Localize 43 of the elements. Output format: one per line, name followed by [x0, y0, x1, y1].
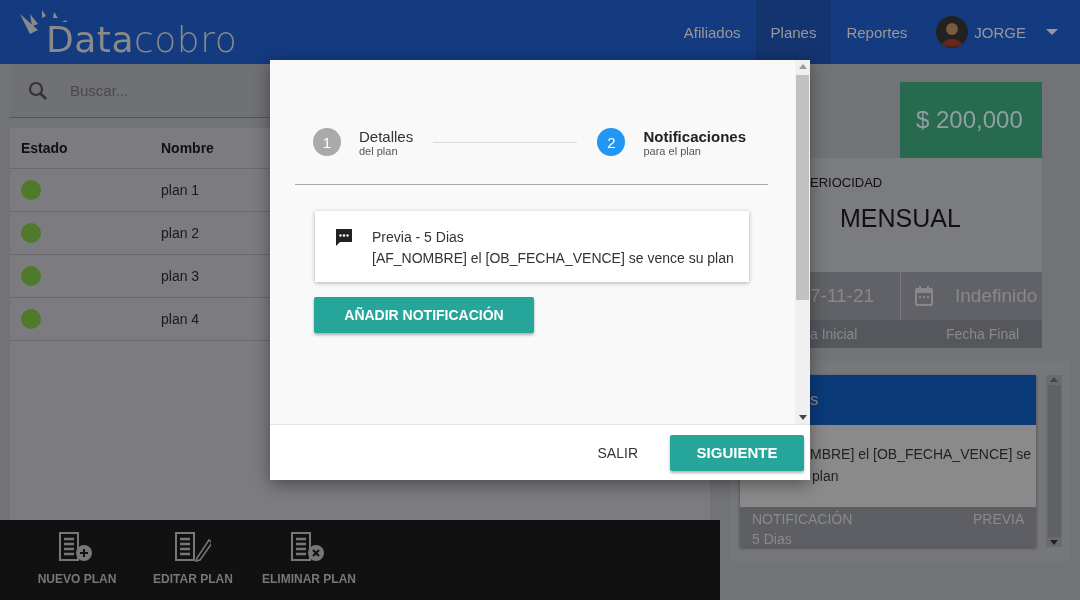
- step-subtitle: para el plan: [643, 144, 702, 157]
- scroll-up-icon[interactable]: [1050, 377, 1059, 382]
- step-number: 2: [597, 128, 626, 156]
- scrollbar[interactable]: [1046, 375, 1062, 547]
- notification-message: [AF_NOMBRE] el [OB_FECHA_VENCE] se vence su plan: [372, 249, 734, 268]
- periodicity-label: ERIOCIDAD: [810, 175, 884, 190]
- card-title: s: [810, 390, 819, 410]
- message-icon: [334, 227, 354, 247]
- message-text: plan: [811, 467, 840, 486]
- avatar-icon[interactable]: [936, 16, 969, 48]
- add-notification-button[interactable]: AÑADIR NOTIFICACIÓN: [314, 297, 534, 333]
- action-button[interactable]: ELIMINAR PLAN: [254, 520, 364, 600]
- document-x-icon: [291, 532, 327, 562]
- step-title: Detalles: [359, 127, 414, 145]
- table-cell-text: plan 3: [160, 268, 201, 284]
- nav-link[interactable]: Reportes: [831, 0, 923, 64]
- scrollbar[interactable]: [795, 60, 810, 424]
- column-header: Nombre: [160, 140, 215, 156]
- document-pencil-icon: [175, 532, 211, 562]
- periodicity-value: MENSUAL: [839, 204, 962, 233]
- notification-title: Previa - 5 Dias: [372, 228, 465, 247]
- table-cell-text: plan 2: [160, 225, 201, 241]
- step-title: Notificaciones: [643, 127, 746, 145]
- document-plus-icon: [59, 532, 95, 562]
- action-button[interactable]: EDITAR PLAN: [138, 520, 248, 600]
- calendar-icon: [915, 286, 933, 306]
- scroll-down-icon[interactable]: [798, 415, 807, 420]
- next-button[interactable]: SIGUIENTE: [670, 434, 804, 471]
- price-panel: $ 200,000: [900, 82, 1042, 158]
- exit-button[interactable]: SALIR: [585, 436, 650, 469]
- caret-icon[interactable]: [1046, 29, 1058, 35]
- nav-link[interactable]: Afiliados: [668, 0, 756, 64]
- column-header: Estado: [20, 140, 69, 156]
- table-cell-text: plan 4: [160, 311, 201, 327]
- logo-text[interactable]: Datacobro: [46, 20, 238, 60]
- search-icon: [28, 80, 48, 101]
- message-text: MBRE] el [OB_FECHA_VENCE] se: [810, 445, 1032, 464]
- table-cell-text: plan 1: [160, 182, 201, 198]
- user-name[interactable]: JORGE: [974, 23, 1026, 41]
- step-subtitle: del plan: [359, 144, 399, 157]
- action-button[interactable]: NUEVO PLAN: [22, 520, 132, 600]
- step-number: 1: [313, 128, 341, 156]
- nav-link[interactable]: Planes: [755, 0, 832, 64]
